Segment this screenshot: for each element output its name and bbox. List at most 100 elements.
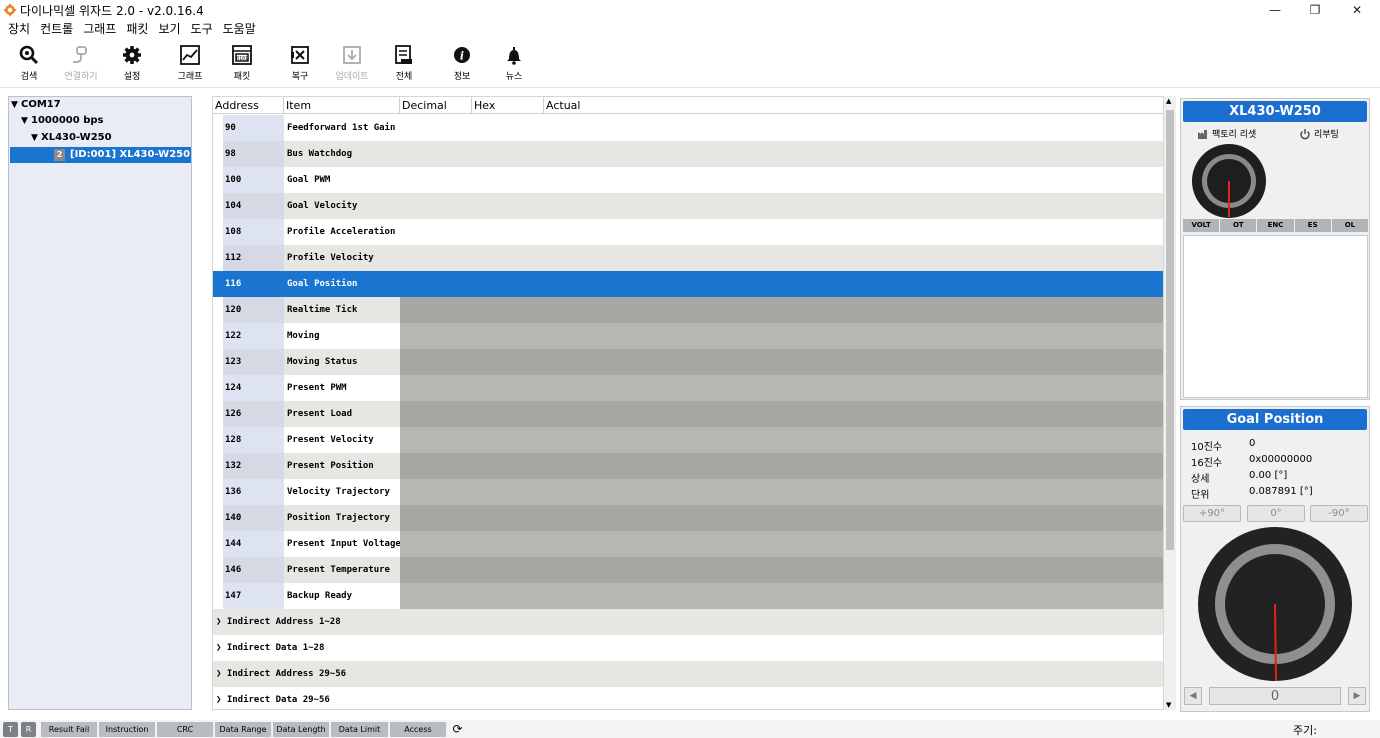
refresh-icon[interactable]: ⟳ (450, 722, 465, 737)
row-value-cells (400, 245, 1163, 271)
table-row[interactable]: 90 Feedforward 1st Gain (213, 115, 1163, 141)
row-item: Position Trajectory (284, 505, 400, 531)
info-icon: i (454, 47, 470, 63)
table-group-row[interactable]: ❯ Indirect Address 1~28 (213, 609, 1163, 635)
connect-button[interactable]: 연결하기 (53, 44, 109, 84)
status-ot: OT (1220, 219, 1257, 232)
next-button[interactable]: ▶ (1348, 687, 1366, 705)
maximize-button[interactable]: ❐ (1292, 0, 1338, 20)
table-row[interactable]: 136 Velocity Trajectory (213, 479, 1163, 505)
table-row[interactable]: 98 Bus Watchdog (213, 141, 1163, 167)
recover-label: 복구 (291, 72, 309, 82)
tree-model-label: XL430-W250 (41, 132, 112, 143)
table-scrollbar[interactable]: ▲ ▼ (1164, 96, 1176, 710)
table-row[interactable]: 120 Realtime Tick (213, 297, 1163, 323)
table-row[interactable]: 128 Present Velocity (213, 427, 1163, 453)
news-button[interactable]: 뉴스 (486, 44, 542, 84)
goal-position-dial[interactable] (1197, 526, 1353, 682)
tree-device-selected[interactable]: 2 [ID:001] XL430-W250 (10, 147, 191, 163)
table-group-row[interactable]: ❯ Indirect Data 1~28 (213, 635, 1163, 661)
menu-graph[interactable]: 그래프 (83, 20, 116, 38)
tx-indicator: T (3, 722, 18, 737)
tree-port[interactable]: ▼ COM17 (11, 97, 61, 113)
info-button[interactable]: i 정보 (434, 44, 490, 84)
menu-control[interactable]: 컨트롤 (40, 20, 73, 38)
factory-reset-button[interactable]: 팩토리 리셋 (1197, 127, 1256, 140)
menu-view[interactable]: 보기 (158, 20, 180, 38)
table-row[interactable]: 126 Present Load (213, 401, 1163, 427)
row-value-cells (400, 167, 1163, 193)
zero-button[interactable]: 0° (1247, 505, 1305, 522)
title-bar: 다이나믹셀 위자드 2.0 - v2.0.16.4 — ❐ ✕ (0, 0, 1380, 20)
recover-button[interactable]: 복구 (272, 44, 328, 84)
col-hex[interactable]: Hex (472, 97, 544, 114)
all-button[interactable]: 전체 (376, 44, 432, 84)
row-address: 128 (213, 427, 284, 453)
table-row[interactable]: 123 Moving Status (213, 349, 1163, 375)
chart-icon (180, 45, 200, 65)
scrollbar-thumb[interactable] (1166, 110, 1174, 550)
status-flags: VOLT OT ENC ES OL (1183, 219, 1369, 232)
table-group-row[interactable]: ❯ Indirect Data 29~56 (213, 687, 1163, 709)
table-row[interactable]: 132 Present Position (213, 453, 1163, 479)
table-row[interactable]: 147 Backup Ready (213, 583, 1163, 609)
row-item: Moving Status (284, 349, 400, 375)
settings-button[interactable]: 설정 (104, 44, 160, 84)
status-data-length: Data Length (273, 722, 330, 737)
row-value-cells (400, 193, 1163, 219)
tree-model[interactable]: ▼ XL430-W250 (31, 130, 112, 146)
row-address: 144 (213, 531, 284, 557)
status-data-limit: Data Limit (331, 722, 389, 737)
minus90-button[interactable]: -90° (1310, 505, 1368, 522)
table-row[interactable]: 108 Profile Acceleration (213, 219, 1163, 245)
row-address: 98 (213, 141, 284, 167)
table-header: Address Item Decimal Hex Actual (213, 97, 1163, 114)
row-value-cells (400, 453, 1163, 479)
col-decimal[interactable]: Decimal (400, 97, 472, 114)
hex-value: 0x00000000 (1249, 454, 1313, 465)
graph-button[interactable]: 그래프 (162, 44, 218, 84)
prev-button[interactable]: ◀ (1184, 687, 1202, 705)
goal-value-input[interactable]: 0 (1209, 687, 1341, 705)
menu-packet[interactable]: 패킷 (126, 20, 148, 38)
row-address: 90 (213, 115, 284, 141)
detail-label: 상세 (1191, 474, 1210, 485)
row-item: Present Input Voltage (284, 531, 401, 557)
row-value-cells (400, 141, 1163, 167)
table-row[interactable]: 112 Profile Velocity (213, 245, 1163, 271)
status-enc: ENC (1257, 219, 1294, 232)
graph-label: 그래프 (177, 72, 203, 82)
table-group-row[interactable]: ❯ Indirect Address 29~56 (213, 661, 1163, 687)
packet-button[interactable]: 0101 패킷 (214, 44, 270, 84)
scroll-down-icon[interactable]: ▼ (1166, 701, 1171, 709)
chevron-down-icon: ▼ (31, 133, 38, 143)
update-button[interactable]: 업데이트 (324, 44, 380, 84)
search-button[interactable]: 검색 (1, 44, 57, 84)
reboot-label: 리부팅 (1314, 130, 1339, 140)
row-item: Realtime Tick (284, 297, 400, 323)
table-row[interactable]: 122 Moving (213, 323, 1163, 349)
reboot-button[interactable]: 리부팅 (1299, 127, 1339, 140)
col-actual[interactable]: Actual (544, 97, 1163, 114)
table-row[interactable]: 116 Goal Position (213, 271, 1163, 297)
tree-baud[interactable]: ▼ 1000000 bps (21, 113, 103, 129)
toolbar: 검색 연결하기 설정 그래프 0101 패킷 복구 업데이트 전체 i 정보 뉴… (0, 40, 1380, 88)
row-item: Present Velocity (284, 427, 400, 453)
row-value-cells (400, 427, 1163, 453)
menu-device[interactable]: 장치 (8, 20, 30, 38)
col-address[interactable]: Address (213, 97, 284, 114)
power-icon (1300, 128, 1310, 139)
menu-help[interactable]: 도움말 (223, 20, 256, 38)
col-item[interactable]: Item (284, 97, 400, 114)
table-row[interactable]: 104 Goal Velocity (213, 193, 1163, 219)
table-row[interactable]: 144 Present Input Voltage (213, 531, 1163, 557)
table-row[interactable]: 124 Present PWM (213, 375, 1163, 401)
table-row[interactable]: 146 Present Temperature (213, 557, 1163, 583)
bell-icon (507, 47, 521, 65)
scroll-up-icon[interactable]: ▲ (1166, 97, 1171, 105)
plus90-button[interactable]: +90° (1183, 505, 1241, 522)
table-row[interactable]: 100 Goal PWM (213, 167, 1163, 193)
menu-tools[interactable]: 도구 (191, 20, 213, 38)
close-button[interactable]: ✕ (1334, 0, 1380, 20)
table-row[interactable]: 140 Position Trajectory (213, 505, 1163, 531)
